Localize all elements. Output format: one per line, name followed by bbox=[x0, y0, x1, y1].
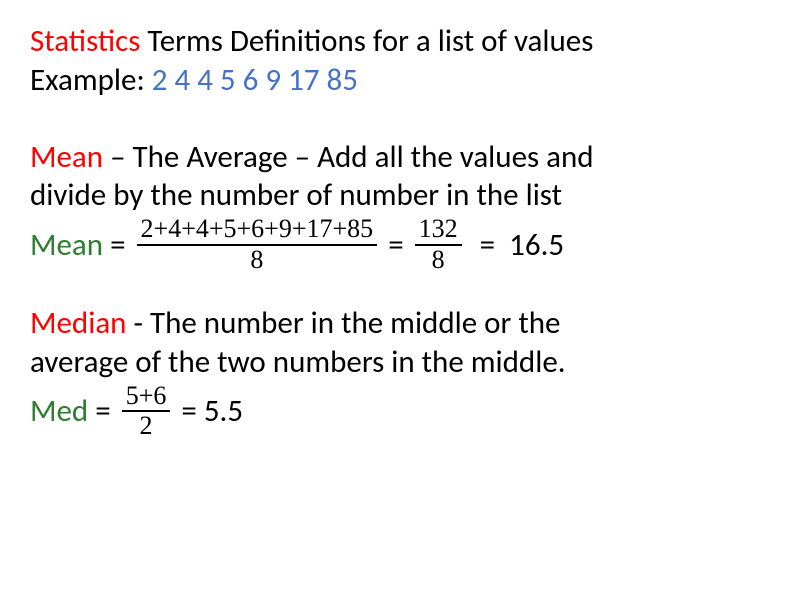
mean-frac2-den: 8 bbox=[415, 246, 462, 275]
median-eq-label: Med bbox=[30, 392, 95, 430]
title-keyword: Statistics bbox=[30, 22, 140, 60]
equals-sign: = bbox=[381, 226, 410, 264]
mean-fraction-sum: 2+4+4+5+6+9+17+85 8 bbox=[137, 215, 378, 274]
median-equation: Med = 5+6 2 = 5.5 bbox=[30, 382, 762, 441]
median-def1: - The number in the middle or the bbox=[126, 304, 560, 342]
equals-sign: = bbox=[95, 392, 117, 430]
mean-result: 16.5 bbox=[509, 226, 564, 264]
median-def-line2: average of the two numbers in the middle… bbox=[30, 343, 762, 382]
mean-equation: Mean = 2+4+4+5+6+9+17+85 8 = 132 8 = 16.… bbox=[30, 215, 762, 274]
spacer bbox=[30, 100, 762, 138]
median-term: Median bbox=[30, 304, 126, 342]
mean-frac1-den: 8 bbox=[137, 246, 378, 275]
title-line: Statistics Terms Definitions for a list … bbox=[30, 22, 762, 61]
title-rest: Terms Definitions for a list of values bbox=[140, 22, 593, 60]
median-frac-num: 5+6 bbox=[122, 382, 171, 413]
example-values: 2 4 4 5 6 9 17 85 bbox=[152, 61, 358, 99]
mean-frac1-num: 2+4+4+5+6+9+17+85 bbox=[137, 215, 378, 246]
equals-sign: = bbox=[174, 392, 203, 430]
mean-def1: – The Average – Add all the values and bbox=[103, 138, 594, 176]
equals-sign: = bbox=[110, 226, 132, 264]
slide: Statistics Terms Definitions for a list … bbox=[0, 0, 792, 463]
equals-sign: = bbox=[466, 226, 509, 264]
median-fraction: 5+6 2 bbox=[122, 382, 171, 441]
mean-term: Mean bbox=[30, 138, 103, 176]
median-frac-den: 2 bbox=[122, 412, 171, 441]
example-label: Example: bbox=[30, 61, 152, 99]
mean-def-line1: Mean – The Average – Add all the values … bbox=[30, 138, 762, 177]
mean-frac2-num: 132 bbox=[415, 215, 462, 246]
example-line: Example: 2 4 4 5 6 9 17 85 bbox=[30, 61, 762, 100]
mean-eq-label: Mean bbox=[30, 226, 110, 264]
median-result: 5.5 bbox=[204, 392, 243, 430]
mean-fraction-reduced: 132 8 bbox=[415, 215, 462, 274]
spacer bbox=[30, 274, 762, 304]
median-def-line1: Median - The number in the middle or the bbox=[30, 304, 762, 343]
mean-def-line2: divide by the number of number in the li… bbox=[30, 176, 762, 215]
